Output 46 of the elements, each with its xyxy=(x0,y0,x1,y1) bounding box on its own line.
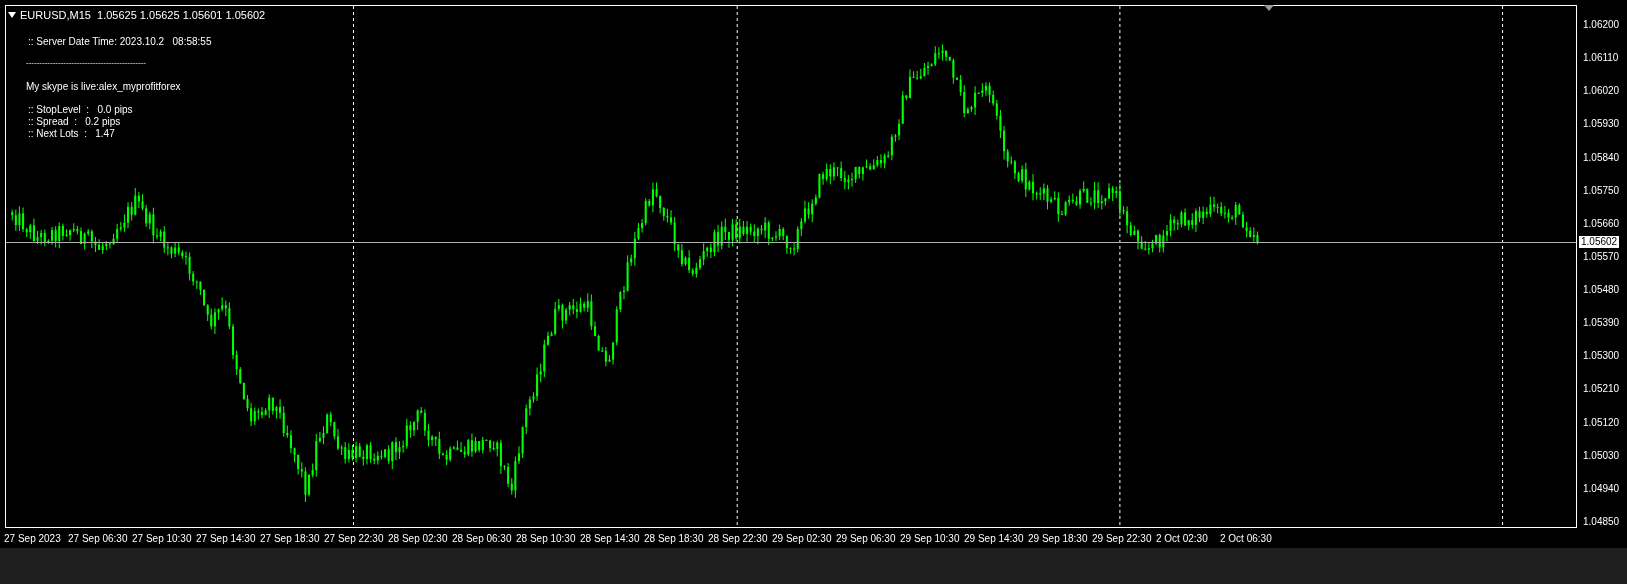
price-axis-label: 1.05030 xyxy=(1582,449,1621,462)
time-axis-label: 27 Sep 18:30 xyxy=(260,532,321,546)
price-axis-label: 1.04850 xyxy=(1582,515,1621,528)
price-axis-label: 1.05840 xyxy=(1582,151,1621,164)
time-axis-label: 28 Sep 22:30 xyxy=(708,532,769,546)
symbol-quote-line: EURUSD,M15 1.05625 1.05625 1.05601 1.05602 xyxy=(20,8,266,23)
time-axis-label: 27 Sep 14:30 xyxy=(196,532,257,546)
price-axis-label: 1.05300 xyxy=(1582,350,1621,363)
time-axis-label: 27 Sep 10:30 xyxy=(132,532,193,546)
time-axis-label: 29 Sep 02:30 xyxy=(772,532,833,546)
price-axis-label: 1.05660 xyxy=(1582,217,1621,230)
stat-line: :: Next Lots : 1.47 xyxy=(28,127,116,140)
time-axis-label: 29 Sep 10:30 xyxy=(900,532,961,546)
time-axis-label: 29 Sep 06:30 xyxy=(836,532,897,546)
time-axis-label: 29 Sep 22:30 xyxy=(1092,532,1153,546)
price-axis-label: 1.05570 xyxy=(1582,250,1621,263)
time-axis-label: 28 Sep 18:30 xyxy=(644,532,705,546)
time-axis-label: 28 Sep 06:30 xyxy=(452,532,513,546)
time-axis-label: 29 Sep 14:30 xyxy=(964,532,1025,546)
stat-line: :: Spread : 0.2 pips xyxy=(28,115,122,128)
price-axis-label: 1.05120 xyxy=(1582,416,1621,429)
price-axis-label: 1.06110 xyxy=(1582,52,1620,65)
time-axis-label: 2 Oct 06:30 xyxy=(1220,532,1273,546)
price-axis-label: 1.05210 xyxy=(1582,383,1621,396)
stat-line: :: StopLevel : 0.0 pips xyxy=(28,103,133,116)
time-axis-label: 27 Sep 2023 xyxy=(4,532,62,546)
current-price-tag: 1.05602 xyxy=(1579,236,1620,248)
shift-marker-icon xyxy=(1264,5,1274,11)
price-axis-label: 1.05480 xyxy=(1582,284,1621,296)
time-axis-label: 27 Sep 06:30 xyxy=(68,532,129,546)
time-axis-label: 28 Sep 14:30 xyxy=(580,532,641,546)
contact-text: My skype is live:alex_myprofitforex xyxy=(26,79,181,94)
server-time-text: :: Server Date Time: 2023.10.2 08:58:55 xyxy=(28,34,212,49)
price-axis-label: 1.06200 xyxy=(1582,19,1621,31)
time-axis-label: 28 Sep 02:30 xyxy=(388,532,449,546)
time-axis-label: 29 Sep 18:30 xyxy=(1028,532,1089,546)
dashed-separator-text: --------------------------------------------- xyxy=(26,56,146,69)
price-axis-label: 1.04940 xyxy=(1582,482,1621,495)
time-axis-label: 2 Oct 02:30 xyxy=(1156,532,1209,546)
time-axis-label: 27 Sep 22:30 xyxy=(324,532,385,546)
price-axis-label: 1.05750 xyxy=(1582,184,1621,197)
dropdown-arrow-icon[interactable] xyxy=(8,12,16,19)
price-axis-label: 1.05390 xyxy=(1582,317,1621,330)
price-axis-label: 1.05930 xyxy=(1582,118,1621,131)
price-axis-label: 1.06020 xyxy=(1582,85,1621,98)
time-axis-label: 28 Sep 10:30 xyxy=(516,532,577,546)
